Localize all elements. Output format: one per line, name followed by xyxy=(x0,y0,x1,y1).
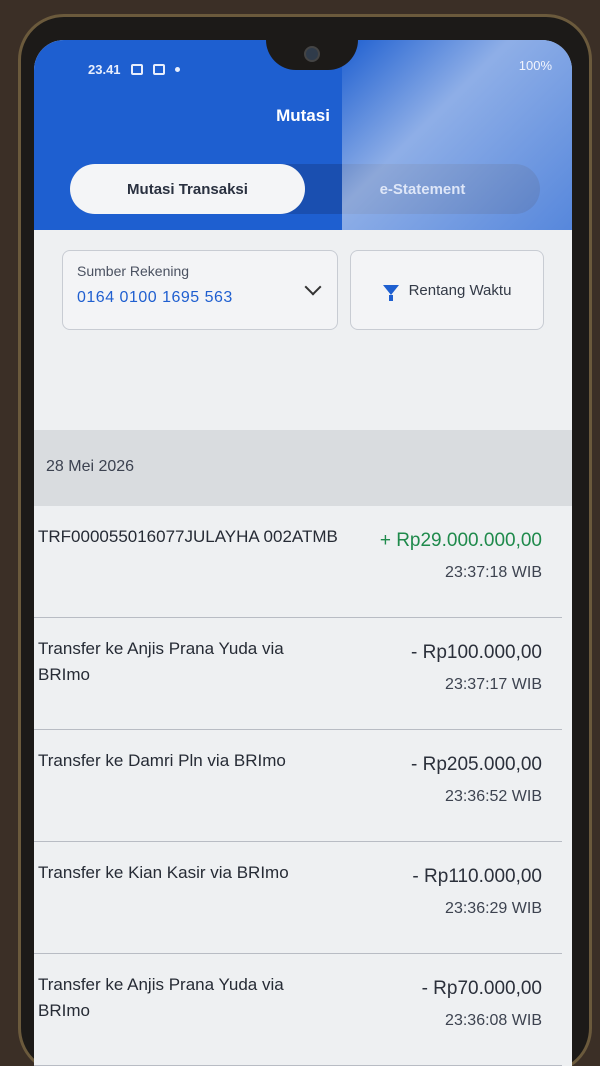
screen: 23.41 100% Mutasi Mutasi Transaksi e-Sta… xyxy=(34,40,572,1066)
transaction-time: 23:36:08 WIB xyxy=(445,1012,542,1029)
transaction-row[interactable]: Transfer ke Anjis Prana Yuda via BRImo -… xyxy=(34,954,562,1066)
transaction-time: 23:36:29 WIB xyxy=(445,900,542,917)
filter-row: Sumber Rekening 0164 0100 1695 563 Renta… xyxy=(62,250,544,330)
transaction-amount: + Rp29.000.000,00 xyxy=(379,530,542,551)
transaction-amount: - Rp205.000,00 xyxy=(411,754,542,775)
transaction-row[interactable]: Transfer ke Anjis Prana Yuda via BRImo -… xyxy=(34,618,562,730)
account-label: Sumber Rekening xyxy=(77,263,190,279)
notification-icon xyxy=(130,64,143,75)
account-selector[interactable]: Sumber Rekening 0164 0100 1695 563 xyxy=(62,250,338,330)
date-range-button[interactable]: Rentang Waktu xyxy=(350,250,544,330)
camera-icon xyxy=(304,46,320,62)
transaction-amount: - Rp100.000,00 xyxy=(411,642,542,663)
account-number: 0164 0100 1695 563 xyxy=(77,289,233,306)
transaction-description: TRF000055016077JULAYHA 002ATMB xyxy=(38,527,338,546)
date-label: 28 Mei 2026 xyxy=(46,458,135,475)
gallery-icon xyxy=(152,64,165,75)
filter-icon xyxy=(382,285,399,301)
tab-e-statement[interactable]: e-Statement xyxy=(305,164,540,214)
dot-icon xyxy=(174,67,180,72)
transaction-amount: - Rp110.000,00 xyxy=(412,866,542,887)
page-title: Mutasi xyxy=(276,106,330,125)
status-bar: 23.41 xyxy=(88,62,180,77)
transaction-description: Transfer ke Damri Pln via BRImo xyxy=(38,751,286,770)
transaction-time: 23:37:18 WIB xyxy=(445,564,542,581)
transaction-list: TRF000055016077JULAYHA 002ATMB + Rp29.00… xyxy=(34,506,572,1066)
tab-mutasi-transaksi[interactable]: Mutasi Transaksi xyxy=(70,164,305,214)
transaction-description: Transfer ke Anjis Prana Yuda via BRImo xyxy=(38,975,284,1020)
date-header: 28 Mei 2026 xyxy=(34,430,572,506)
transaction-row[interactable]: Transfer ke Damri Pln via BRImo - Rp205.… xyxy=(34,730,562,842)
transaction-amount: - Rp70.000,00 xyxy=(421,978,542,999)
transaction-row[interactable]: Transfer ke Kian Kasir via BRImo - Rp110… xyxy=(34,842,562,954)
date-range-label: Rentang Waktu xyxy=(408,281,512,299)
transaction-description: Transfer ke Anjis Prana Yuda via BRImo xyxy=(38,639,284,684)
tab-bar: Mutasi Transaksi e-Statement xyxy=(70,164,540,214)
battery-indicator: 100% xyxy=(518,58,552,73)
transaction-time: 23:37:17 WIB xyxy=(445,676,542,693)
transaction-description: Transfer ke Kian Kasir via BRImo xyxy=(38,863,289,882)
status-time: 23.41 xyxy=(88,62,121,77)
transaction-row[interactable]: TRF000055016077JULAYHA 002ATMB + Rp29.00… xyxy=(34,506,562,618)
transaction-time: 23:36:52 WIB xyxy=(445,788,542,805)
